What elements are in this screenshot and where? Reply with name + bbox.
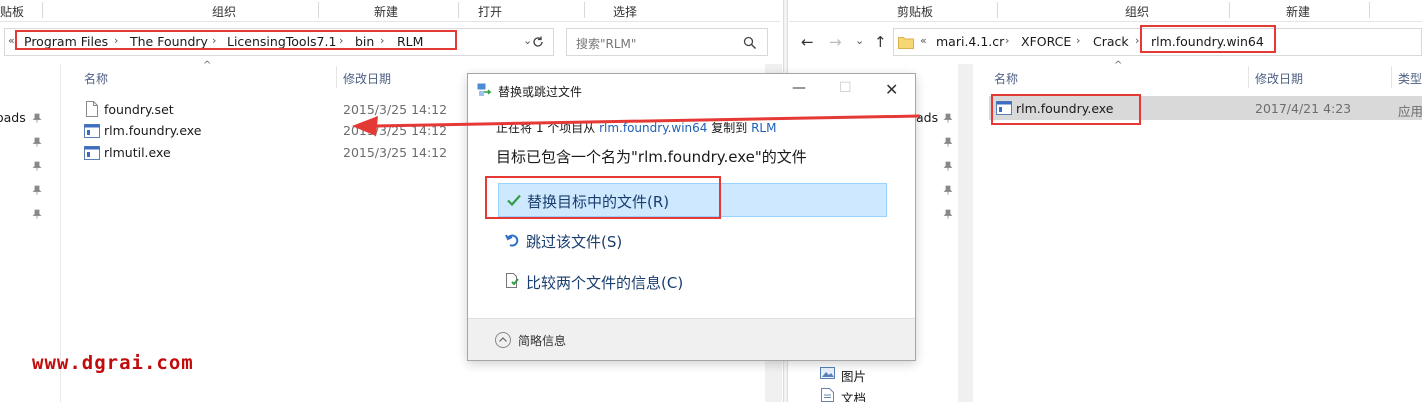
back-arrow-icon[interactable]: ← — [801, 33, 814, 51]
pictures-icon — [820, 367, 835, 379]
refresh-button[interactable] — [522, 30, 552, 54]
chevron-right-icon: › — [1076, 34, 1081, 47]
sort-up-icon: ^ — [203, 60, 212, 71]
column-header-name[interactable]: 名称 — [994, 70, 1018, 87]
search-icon — [743, 36, 757, 50]
copy-source-link[interactable]: rlm.foundry.win64 — [599, 121, 707, 135]
breadcrumb-xforce[interactable]: XFORCE — [1021, 34, 1071, 49]
file-type: 应用 — [1398, 104, 1422, 119]
left-ribbon: 贴板 组织 新建 打开 选择 — [0, 0, 780, 22]
refresh-icon — [533, 36, 543, 47]
pin-icon[interactable] — [32, 137, 42, 147]
right-ribbon: 剪贴板 组织 新建 — [789, 0, 1422, 22]
ribbon-organize[interactable]: 组织 — [1125, 3, 1149, 20]
pin-icon[interactable] — [32, 161, 42, 171]
compare-option[interactable]: 比较两个文件的信息(C) — [498, 265, 888, 299]
file-date: 2015/3/25 14:12 — [343, 123, 448, 138]
column-header-date[interactable]: 修改日期 — [1255, 70, 1303, 87]
chevron-right-icon: › — [1005, 34, 1010, 47]
pin-icon[interactable] — [943, 113, 953, 123]
up-arrow-icon[interactable]: ↑ — [874, 33, 887, 51]
right-nav-scrollbar[interactable] — [958, 64, 973, 402]
file-transfer-icon — [477, 83, 492, 96]
skip-icon — [505, 234, 519, 247]
column-header-date[interactable]: 修改日期 — [343, 70, 391, 87]
compare-option-label: 比较两个文件的信息(C) — [526, 274, 684, 292]
dialog-title: 替换或跳过文件 — [498, 85, 583, 99]
pin-icon[interactable] — [943, 137, 953, 147]
nav-item-documents[interactable]: 文档 — [841, 388, 866, 402]
copy-target-link[interactable]: RLM — [751, 121, 776, 135]
breadcrumb-crack[interactable]: Crack — [1093, 34, 1129, 49]
pin-icon[interactable] — [943, 161, 953, 171]
minimize-button[interactable]: — — [792, 80, 806, 96]
forward-arrow-icon[interactable]: → — [829, 33, 842, 51]
file-date: 2015/3/25 14:12 — [343, 102, 448, 117]
breadcrumb-overflow-icon[interactable]: « — [920, 34, 927, 47]
conflict-message: 目标已包含一个名为"rlm.foundry.exe"的文件 — [496, 148, 807, 166]
column-divider — [336, 66, 337, 88]
column-divider — [1248, 66, 1249, 88]
highlight-left-path — [15, 30, 457, 50]
ribbon-clipboard[interactable]: 贴板 — [0, 3, 24, 20]
chevron-right-icon: › — [1135, 34, 1140, 47]
breadcrumb-mari[interactable]: mari.4.1.cr — [936, 34, 1004, 49]
breadcrumb-overflow-icon[interactable]: « — [8, 34, 15, 47]
highlight-right-path — [1140, 25, 1276, 53]
pin-icon[interactable] — [32, 113, 42, 123]
ribbon-select[interactable]: 选择 — [613, 3, 637, 20]
file-name: rlm.foundry.exe — [104, 123, 202, 138]
nav-quick-access-label[interactable]: ads — [916, 110, 938, 125]
ribbon-new[interactable]: 新建 — [1286, 3, 1310, 20]
copy-status-prefix: 正在将 1 个项目从 — [496, 121, 600, 135]
highlight-replace-option — [485, 176, 721, 219]
skip-option[interactable]: 跳过该文件(S) — [498, 224, 888, 258]
column-divider — [1391, 66, 1392, 88]
ribbon-clipboard[interactable]: 剪贴板 — [897, 3, 933, 20]
chevron-down-icon[interactable]: ⌄ — [855, 34, 864, 47]
search-input[interactable]: 搜索"RLM" — [576, 35, 636, 52]
column-header-name[interactable]: 名称 — [84, 70, 108, 87]
compare-icon — [506, 273, 519, 288]
nav-quick-access-label[interactable]: oads — [0, 110, 26, 125]
pin-icon[interactable] — [32, 185, 42, 195]
ribbon-organize[interactable]: 组织 — [212, 3, 236, 20]
pin-icon[interactable] — [32, 209, 42, 219]
watermark-text: www.dgrai.com — [32, 352, 194, 374]
copy-status-line: 正在将 1 个项目从 rlm.foundry.win64 复制到 RLM — [496, 119, 776, 136]
ribbon-new[interactable]: 新建 — [374, 3, 398, 20]
documents-icon — [821, 388, 834, 402]
file-date: 2017/4/21 4:23 — [1255, 101, 1352, 116]
document-icon — [86, 101, 98, 117]
file-name: rlmutil.exe — [104, 145, 171, 160]
nav-item-pictures[interactable]: 图片 — [841, 366, 866, 385]
pin-icon[interactable] — [943, 209, 953, 219]
fewer-details-label[interactable]: 简略信息 — [518, 332, 566, 349]
chevron-up-icon — [499, 337, 507, 342]
close-button[interactable]: ✕ — [885, 80, 898, 99]
ribbon-open[interactable]: 打开 — [478, 3, 502, 20]
file-name: foundry.set — [104, 102, 174, 117]
pin-icon[interactable] — [943, 185, 953, 195]
exe-icon — [84, 146, 100, 160]
sort-up-icon: ^ — [1114, 60, 1123, 71]
maximize-button[interactable]: ☐ — [839, 80, 852, 96]
collapse-details-button[interactable] — [495, 332, 511, 348]
exe-icon — [84, 124, 100, 138]
folder-icon — [898, 37, 914, 49]
column-header-type[interactable]: 类型 — [1398, 70, 1422, 87]
copy-status-mid: 复制到 — [707, 121, 752, 135]
file-date: 2015/3/25 14:12 — [343, 145, 448, 160]
dialog-footer: 简略信息 — [468, 318, 915, 360]
skip-option-label: 跳过该文件(S) — [526, 233, 623, 251]
highlight-right-file — [991, 94, 1141, 125]
